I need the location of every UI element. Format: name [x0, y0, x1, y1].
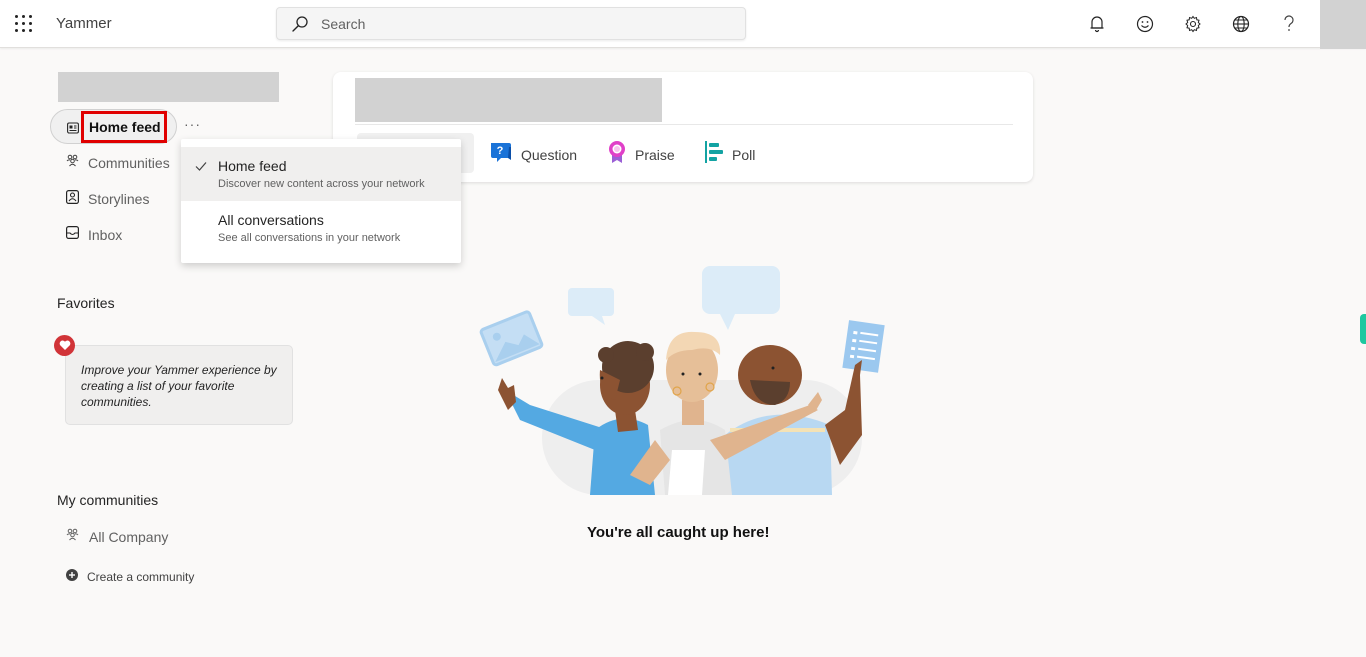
poll-icon — [704, 140, 724, 169]
nav-item-label: Inbox — [88, 227, 123, 243]
network-name-placeholder — [58, 72, 279, 102]
profile-avatar[interactable] — [1320, 0, 1366, 49]
poll-label: Poll — [732, 146, 756, 163]
svg-text:?: ? — [497, 145, 504, 157]
question-icon: ? — [489, 140, 513, 169]
menu-item-all-conversations[interactable]: All conversations See all conversations … — [181, 201, 461, 255]
inbox-icon — [66, 226, 80, 244]
search-icon — [292, 16, 308, 32]
menu-item-title: Home feed — [218, 158, 287, 174]
favorites-hint-card: Improve your Yammer experience by creati… — [65, 345, 293, 425]
divider — [355, 124, 1013, 125]
nav-item-label: Communities — [88, 155, 170, 171]
menu-item-description: Discover new content across your network — [218, 178, 425, 190]
home-feed-label[interactable]: Home feed — [89, 119, 161, 135]
app-title[interactable]: Yammer — [56, 15, 112, 32]
side-panel-tab[interactable] — [1360, 314, 1366, 344]
praise-button[interactable]: Praise — [607, 140, 675, 169]
community-item-all-company[interactable]: All Company — [66, 528, 168, 546]
question-label: Question — [521, 146, 578, 163]
checkmark-icon — [195, 159, 207, 177]
nav-item-inbox[interactable]: Inbox — [66, 224, 122, 246]
create-community-button[interactable]: Create a community — [66, 568, 194, 586]
heart-icon — [54, 335, 75, 356]
communities-icon — [66, 154, 79, 172]
storylines-icon — [66, 189, 80, 209]
publisher-header-placeholder — [355, 78, 662, 122]
menu-item-title: All conversations — [218, 212, 324, 228]
nav-item-storylines[interactable]: Storylines — [66, 188, 149, 210]
app-launcher-icon[interactable] — [15, 15, 33, 33]
praise-label: Praise — [635, 146, 675, 163]
question-button[interactable]: ? Question — [489, 140, 577, 169]
gear-icon[interactable] — [1181, 12, 1205, 36]
smiley-feedback-icon[interactable] — [1133, 12, 1157, 36]
my-communities-heading: My communities — [57, 492, 159, 508]
globe-icon[interactable] — [1229, 12, 1253, 36]
create-community-label: Create a community — [87, 570, 195, 584]
top-bar: Yammer — [0, 0, 1366, 49]
feed-selector-menu: Home feed Discover new content across yo… — [181, 139, 461, 263]
caught-up-illustration — [479, 266, 885, 495]
community-label: All Company — [89, 529, 169, 545]
bell-icon[interactable] — [1085, 12, 1109, 36]
search-box[interactable] — [276, 7, 746, 40]
menu-item-home-feed[interactable]: Home feed Discover new content across yo… — [181, 147, 461, 201]
nav-item-label: Storylines — [88, 191, 150, 207]
plus-circle-icon — [66, 568, 78, 586]
help-icon[interactable] — [1277, 12, 1301, 36]
empty-state-message: You're all caught up here! — [587, 524, 770, 541]
favorites-hint-text: Improve your Yammer experience by creati… — [81, 363, 277, 409]
favorites-heading: Favorites — [57, 295, 115, 311]
praise-icon — [607, 140, 627, 169]
home-feed-icon — [67, 121, 79, 139]
menu-item-description: See all conversations in your network — [218, 232, 401, 244]
nav-item-communities[interactable]: Communities — [66, 152, 170, 174]
more-options-icon[interactable]: ··· — [184, 116, 201, 132]
poll-button[interactable]: Poll — [704, 140, 755, 169]
search-input[interactable] — [321, 13, 721, 35]
communities-icon — [66, 528, 79, 546]
